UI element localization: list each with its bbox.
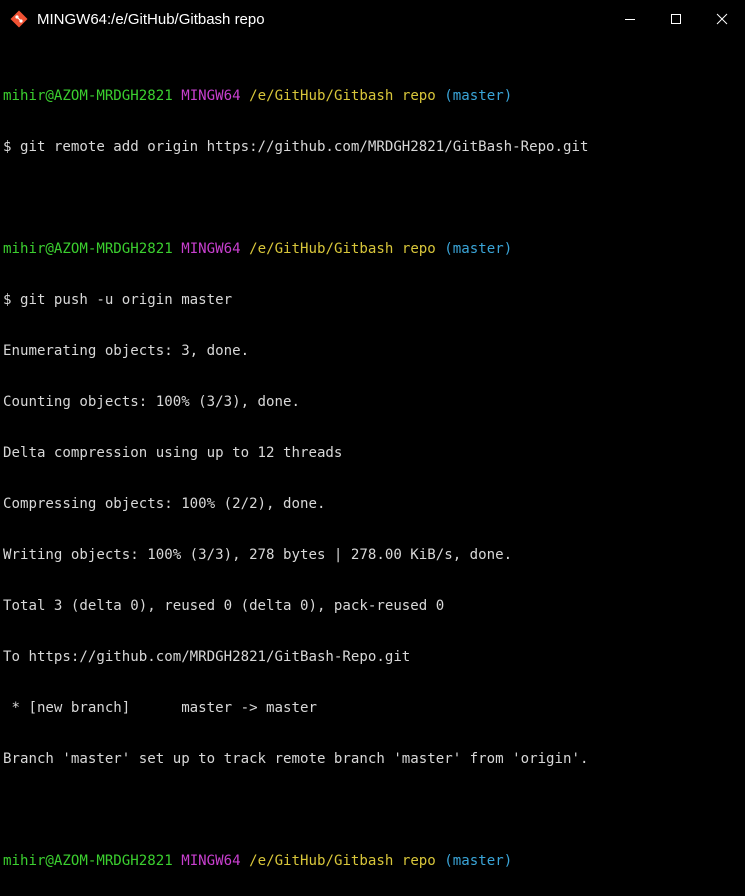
output-line: Writing objects: 100% (3/3), 278 bytes |… — [3, 547, 513, 563]
title-bar: MINGW64:/e/GitHub/Gitbash repo — [0, 0, 745, 38]
prompt-user-host: mihir@AZOM-MRDGH2821 — [3, 241, 173, 257]
output-line: Total 3 (delta 0), reused 0 (delta 0), p… — [3, 598, 445, 614]
minimize-icon — [625, 19, 635, 20]
maximize-button[interactable] — [653, 0, 699, 38]
output-line: To https://github.com/MRDGH2821/GitBash-… — [3, 649, 411, 665]
prompt-msystem: MINGW64 — [181, 88, 241, 104]
prompt-user-host: mihir@AZOM-MRDGH2821 — [3, 853, 173, 869]
prompt-path: /e/GitHub/Gitbash repo — [249, 88, 436, 104]
git-bash-icon[interactable] — [9, 9, 29, 29]
output-line: Counting objects: 100% (3/3), done. — [3, 394, 300, 410]
prompt-line: mihir@AZOM-MRDGH2821 MINGW64 /e/GitHub/G… — [3, 853, 741, 870]
command-line: $ git push -u origin master — [3, 292, 233, 308]
command-line: $ git remote add origin https://github.c… — [3, 139, 589, 155]
output-line: Compressing objects: 100% (2/2), done. — [3, 496, 326, 512]
prompt-user-host: mihir@AZOM-MRDGH2821 — [3, 88, 173, 104]
output-line: Branch 'master' set up to track remote b… — [3, 751, 589, 767]
close-button[interactable] — [699, 0, 745, 38]
minimize-button[interactable] — [607, 0, 653, 38]
window-title: MINGW64:/e/GitHub/Gitbash repo — [37, 10, 265, 28]
prompt-line: mihir@AZOM-MRDGH2821 MINGW64 /e/GitHub/G… — [3, 88, 741, 105]
prompt-branch: (master) — [444, 241, 513, 257]
prompt-branch: (master) — [444, 853, 513, 869]
terminal-output[interactable]: mihir@AZOM-MRDGH2821 MINGW64 /e/GitHub/G… — [3, 54, 741, 869]
maximize-icon — [671, 14, 681, 24]
close-icon — [716, 13, 728, 25]
prompt-line: mihir@AZOM-MRDGH2821 MINGW64 /e/GitHub/G… — [3, 241, 741, 258]
prompt-branch: (master) — [444, 88, 513, 104]
output-line: Enumerating objects: 3, done. — [3, 343, 250, 359]
prompt-msystem: MINGW64 — [181, 853, 241, 869]
prompt-path: /e/GitHub/Gitbash repo — [249, 241, 436, 257]
output-line: * [new branch] master -> master — [3, 700, 317, 716]
prompt-msystem: MINGW64 — [181, 241, 241, 257]
prompt-path: /e/GitHub/Gitbash repo — [249, 853, 436, 869]
window-controls — [607, 0, 745, 38]
